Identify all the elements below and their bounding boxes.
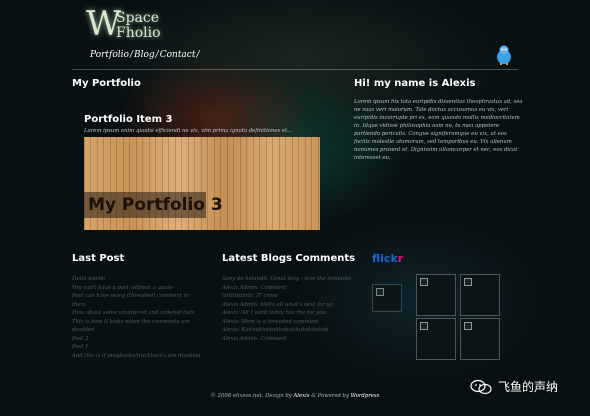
post-link[interactable]: This is how it looks when the comments a… xyxy=(72,318,202,335)
broken-image-icon xyxy=(464,278,472,286)
broken-image-icon xyxy=(420,278,428,286)
wechat-icon xyxy=(470,379,492,394)
footer-middle: & Powered by xyxy=(311,393,349,399)
portfolio-heading: My Portfolio xyxy=(72,78,141,89)
comment-link[interactable]: tttttttttttrtr: IT cross xyxy=(222,292,352,301)
logo-line-1: Space xyxy=(116,10,160,26)
flickr-thumbnail[interactable] xyxy=(416,274,456,316)
footer-author-link[interactable]: Alexis xyxy=(293,393,309,399)
comment-link[interactable]: Alexis: Kukhukhukukhukukhukukhukuk xyxy=(222,326,352,335)
post-link[interactable]: Post 1 xyxy=(72,343,202,352)
comment-link[interactable]: Alexis Admin: Hello all what's next for … xyxy=(222,301,352,310)
flickr-thumbnail[interactable] xyxy=(460,274,500,316)
post-link[interactable]: Hello world! xyxy=(72,275,202,284)
comment-link[interactable]: Alexis Admin: Comment xyxy=(222,335,352,344)
about-heading: Hi! my name is Alexis xyxy=(354,78,476,89)
broken-image-icon xyxy=(376,288,384,296)
comment-link[interactable]: Alexis Admin: Comment xyxy=(222,284,352,293)
last-post-heading: Last Post xyxy=(72,253,125,264)
flickr-thumbnail[interactable] xyxy=(416,318,456,360)
comment-link[interactable]: Alexis: Here is a threaded comment xyxy=(222,318,352,327)
flickr-thumbnail[interactable] xyxy=(460,318,500,360)
comment-link[interactable]: Alexis: All I want today has the for you xyxy=(222,309,352,318)
nav-separator: / xyxy=(196,50,200,60)
nav-contact[interactable]: Contact xyxy=(160,50,196,60)
nav-separator: / xyxy=(129,50,133,60)
logo-line-2: Fholio xyxy=(116,25,161,41)
portfolio-image[interactable]: My Portfolio 3 xyxy=(84,137,320,230)
footer-engine-link[interactable]: Wordpress xyxy=(351,393,380,399)
flickr-logo-part1: flick xyxy=(372,252,398,265)
portfolio-item-description: Lorem ipsum enim quodsi efficiendi ne vi… xyxy=(84,128,293,134)
last-post-list: Hello world! You can't have a post witho… xyxy=(72,275,202,360)
nav-blog[interactable]: Blog xyxy=(134,50,155,60)
portfolio-item-title[interactable]: Portfolio Item 3 xyxy=(84,114,172,125)
post-link[interactable]: Post 2 xyxy=(72,335,202,344)
comment-link[interactable]: Sany de holandit: Great blog - love the … xyxy=(222,275,352,284)
flickr-logo-part2: r xyxy=(397,252,404,265)
post-link[interactable]: How about some unordered and ordered lis… xyxy=(72,309,202,318)
post-link[interactable]: Post can have many (threaded) comment in… xyxy=(72,292,202,309)
main-nav: Portfolio / Blog / Contact / xyxy=(90,50,201,60)
flickr-logo[interactable]: flickr xyxy=(372,252,403,265)
post-link[interactable]: You can't have a post without a quote xyxy=(72,284,202,293)
broken-image-icon xyxy=(464,322,472,330)
nav-portfolio[interactable]: Portfolio xyxy=(90,50,129,60)
post-link[interactable]: And this is if pingbacks/trackbacks are … xyxy=(72,352,202,361)
broken-image-icon xyxy=(420,322,428,330)
latest-comments-list: Sany de holandit: Great blog - love the … xyxy=(222,275,352,343)
flickr-thumbnails xyxy=(372,274,500,366)
nav-separator: / xyxy=(155,50,159,60)
flickr-thumbnail[interactable] xyxy=(372,284,402,312)
watermark-text: 飞鱼的声纳 xyxy=(498,380,559,394)
about-text: Lorem ipsum his tota euripidis dissentia… xyxy=(354,99,523,161)
portfolio-image-caption: My Portfolio 3 xyxy=(88,195,223,215)
header-divider xyxy=(72,69,518,70)
footer-prefix: © 2008 elixeos.net. Design by xyxy=(210,393,292,399)
wechat-watermark: 飞鱼的声纳 xyxy=(470,378,558,395)
latest-comments-heading: Latest Blogs Comments xyxy=(222,253,356,264)
twitter-bird-icon[interactable] xyxy=(494,44,514,66)
